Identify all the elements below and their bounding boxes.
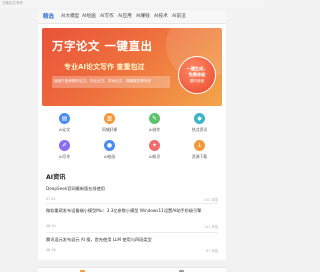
palette-icon: ●	[104, 140, 115, 151]
grid-item-ai-writing[interactable]: ✐ AI写作	[42, 140, 87, 164]
news-item[interactable]: 微软重磅发布设备端小模型Mu：3.3亿参数小模型 Windows11设置AI助手…	[46, 208, 218, 229]
news-title: 腾讯混元发布混元 AI 搜，首先使用 LLM 使用与四段类型	[46, 237, 152, 242]
window-caption: 万能论文写作	[2, 1, 23, 5]
grid-label: AI论文	[58, 127, 71, 132]
category-tabs: 精选 AI大模型 AI绘画 AI写作 AI应用 AI赚钱 AI技术 AI前沿	[38, 10, 226, 24]
promo-banner[interactable]: 万字论文 一键直出 专业AI论文写作 查重包过 适用于各种期刊论文、毕业论文、学…	[42, 28, 222, 106]
news-date: 06-16	[46, 248, 56, 252]
tab-ai-apps[interactable]: AI应用	[118, 13, 132, 19]
tab-ai-writing[interactable]: AI写作	[100, 13, 114, 19]
grid-label: AI知识	[148, 154, 161, 159]
banner-cta-badge[interactable]: 一键生成， 免费体验 限时使用	[178, 56, 216, 94]
fire-icon: ◆	[194, 113, 205, 124]
tab-ai-earning[interactable]: AI赚钱	[136, 13, 150, 19]
news-item[interactable]: DeepSeek官网最新版在线使用 07-01 213 浏览	[46, 186, 218, 202]
pen-icon: ✎	[149, 113, 160, 124]
banner-title: 万字论文 一键直出	[52, 39, 153, 53]
grid-label: AI创作	[148, 127, 161, 132]
news-views: 111 浏览	[204, 225, 218, 229]
tab-ai-frontier[interactable]: AI前沿	[172, 13, 186, 19]
download-icon: ↓	[194, 140, 205, 151]
badge-line-3: 限时使用	[189, 79, 205, 83]
grid-label: 资源下载	[191, 154, 208, 159]
news-views: 97 浏览	[206, 249, 218, 253]
feature-grid: ▤ AI论文 ▥ 同城好课 ✎ AI创作 ◆ 热点资讯 ✐ AI写作 ● AI绘…	[42, 113, 222, 167]
grid-label: AI绘画	[103, 154, 116, 159]
news-heading: AI资讯	[46, 174, 66, 181]
tab-featured[interactable]: 精选	[43, 12, 54, 20]
news-date: 07-01	[46, 197, 56, 201]
news-title: DeepSeek官网最新版在线使用	[46, 186, 105, 191]
tab-ai-large-model[interactable]: AI大模型	[61, 13, 79, 19]
app-page: 精选 AI大模型 AI绘画 AI写作 AI应用 AI赚钱 AI技术 AI前沿 万…	[38, 10, 226, 272]
grid-item-ai-painting[interactable]: ● AI绘画	[87, 140, 132, 164]
news-date: 06-20	[46, 224, 56, 228]
grid-item-ai-paper[interactable]: ▤ AI论文	[42, 113, 87, 137]
bottom-navigation: 首页 我的	[38, 267, 226, 272]
tab-ai-painting[interactable]: AI绘画	[82, 13, 96, 19]
grid-item-ai-knowledge[interactable]: ✦ AI知识	[132, 140, 177, 164]
grid-item-ai-creation[interactable]: ✎ AI创作	[132, 113, 177, 137]
news-title: 微软重磅发布设备端小模型Mu：3.3亿参数小模型 Windows11设置AI助手…	[46, 208, 202, 213]
grid-item-hot-news[interactable]: ◆ 热点资讯	[177, 113, 222, 137]
bulb-icon: ✦	[149, 140, 160, 151]
banner-subtitle: 专业AI论文写作 查重包过	[64, 63, 145, 71]
window-titlebar: 万能论文写作	[0, 0, 264, 8]
document-icon: ▤	[59, 113, 70, 124]
news-item[interactable]: 腾讯混元发布混元 AI 搜，首先使用 LLM 使用与四段类型 06-16 97 …	[46, 237, 218, 257]
grid-item-downloads[interactable]: ↓ 资源下载	[177, 140, 222, 164]
news-views: 213 浏览	[204, 198, 218, 202]
news-divider	[46, 203, 218, 204]
news-divider	[46, 232, 218, 233]
banner-description: 适用于各种期刊论文、毕业论文、学术论文、课程报告等写作	[54, 79, 152, 83]
grid-item-local-courses[interactable]: ▥ 同城好课	[87, 113, 132, 137]
grid-label: 热点资讯	[191, 127, 208, 132]
grid-label: 同城好课	[101, 127, 118, 132]
book-icon: ▥	[104, 113, 115, 124]
tab-ai-tech[interactable]: AI技术	[154, 13, 168, 19]
grid-label: AI写作	[58, 154, 71, 159]
edit-icon: ✐	[59, 140, 70, 151]
